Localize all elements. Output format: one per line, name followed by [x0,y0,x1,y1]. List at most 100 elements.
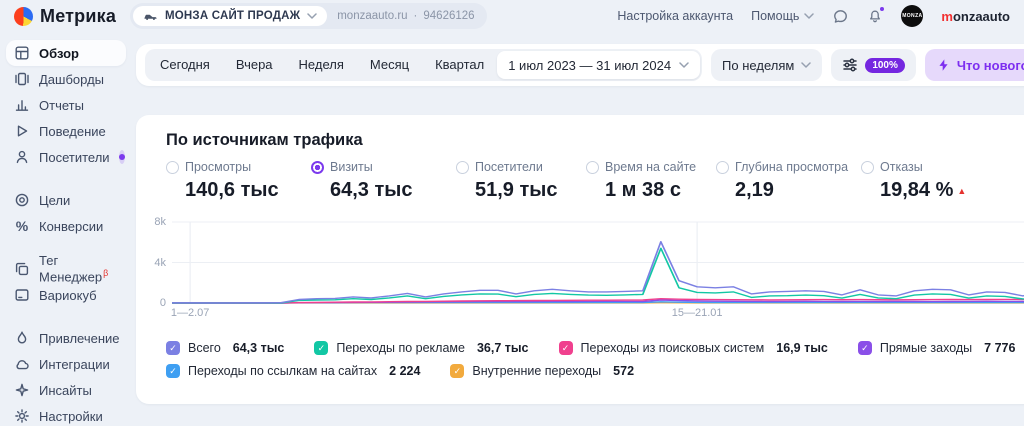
x-axis-tick-label: 15—21.01 [671,307,723,319]
traffic-sources-card: По источникам трафика ⋮ Просмотры 140,6 … [136,115,1024,404]
avatar[interactable]: MONZA [901,5,924,27]
radio-icon [861,160,874,174]
goals-icon [15,193,29,207]
cloud-icon [16,360,29,370]
car-icon [144,14,157,20]
percent-icon: % [15,218,29,234]
sampling-badge: 100% [865,57,905,73]
radio-icon [311,160,324,174]
top-right-cluster: Настройка аккаунта Помощь MONZA monzaaut… [617,5,1010,27]
metric-selectors: Просмотры 140,6 тыс Визиты 64,3 тыс Посе… [136,150,1024,202]
metric-visits[interactable]: Визиты 64,3 тыс [311,160,456,202]
toolbar-right: Что нового Добавить ⋮ [924,49,1024,81]
sidebar-item-conversions[interactable]: % Конверсии [6,213,126,239]
sidebar-item-insights[interactable]: Инсайты [6,377,126,403]
sidebar-item-overview[interactable]: Обзор [6,40,126,66]
trend-up-icon: ▲ [957,186,967,196]
metric-bounce-rate[interactable]: Отказы 19,84 % ▲ [861,160,966,202]
variocube-icon [15,289,29,301]
tab-quarter[interactable]: Квартал [422,51,497,79]
legend-item-site-links[interactable]: ✓ Переходы по ссылкам на сайтах 2 224 [166,364,420,378]
sidebar-item-settings[interactable]: Настройки [6,403,126,426]
brand-name: Метрика [40,5,117,26]
sidebar: Обзор Дашборды Отчеты Поведение Посетите… [0,32,130,426]
legend-item-search[interactable]: ✓ Переходы из поисковых систем 16,9 тыс [558,341,828,355]
metric-pageviews[interactable]: Просмотры 140,6 тыс [166,160,311,202]
separator: · [413,10,418,22]
chevron-down-icon [801,62,812,68]
metric-depth[interactable]: Глубина просмотра 2,19 [716,160,861,202]
metric-users[interactable]: Посетители 51,9 тыс [456,160,586,202]
sidebar-item-dashboards[interactable]: Дашборды [6,66,126,92]
site-meta: monzaauto.ru · 94626126 [337,10,474,22]
visitors-dot-badge [118,150,125,164]
site-selector-button[interactable]: МОНЗА САЙТ ПРОДАЖ [133,6,328,26]
sidebar-item-tag-manager[interactable]: Тег Менеджерβ [6,253,126,285]
account-settings-link[interactable]: Настройка аккаунта [617,9,733,23]
username[interactable]: monzaauto [941,9,1010,24]
date-range-picker[interactable]: 1 июл 2023 — 31 июл 2024 [497,51,701,79]
radio-icon [586,160,599,174]
top-bar: Метрика МОНЗА САЙТ ПРОДАЖ monzaauto.ru ·… [0,0,1024,32]
tab-today[interactable]: Сегодня [147,51,223,79]
sidebar-item-reports[interactable]: Отчеты [6,92,126,118]
checkbox-icon: ✓ [314,341,329,355]
sidebar-item-behavior[interactable]: Поведение [6,118,126,144]
legend-item-internal[interactable]: ✓ Внутренние переходы 572 [450,364,634,378]
radio-icon [456,160,469,174]
x-axis-labels: 1—2.0715—21.0129—31.07 [170,307,1024,322]
chat-button[interactable] [832,8,849,25]
site-domain: monzaauto.ru [337,10,408,22]
radio-icon [716,160,729,174]
sidebar-item-goals[interactable]: Цели [6,187,126,213]
grouping-select[interactable]: По неделям [711,49,823,81]
chat-bubble-icon [834,9,848,23]
metric-time-on-site[interactable]: Время на сайте 1 м 38 с [586,160,716,202]
unread-dot [879,6,886,12]
chart-legend: ✓ Всего 64,3 тыс ✓ Переходы по рекламе 3… [166,341,1024,378]
traffic-chart[interactable]: 04k8k 1—2.0715—21.0129—31.07 [154,216,1024,319]
sidebar-item-variocube[interactable]: Вариокуб [6,282,126,308]
help-menu[interactable]: Помощь [751,9,815,23]
overview-icon [15,46,29,60]
checkbox-icon: ✓ [166,341,180,355]
sparkle-icon [15,383,29,397]
sidebar-item-integrations[interactable]: Интеграции [6,351,126,377]
notifications-button[interactable] [867,6,886,24]
reports-icon [15,100,29,111]
y-axis-tick-label: 0 [159,297,166,309]
tag-manager-icon [15,262,29,276]
tab-month[interactable]: Месяц [357,51,422,79]
dashboards-icon [15,72,29,86]
whats-new-button[interactable]: Что нового [924,49,1024,81]
legend-item-direct[interactable]: ✓ Прямые заходы 7 776 [857,341,1015,355]
tab-yesterday[interactable]: Вчера [223,51,286,79]
site-selector[interactable]: МОНЗА САЙТ ПРОДАЖ monzaauto.ru · 9462612… [130,3,487,29]
sampling-button[interactable]: 100% [831,49,916,81]
chevron-down-icon [679,62,689,68]
counter-id: 94626126 [423,10,475,22]
card-title: По источникам трафика [166,131,363,149]
checkbox-icon: ✓ [857,341,872,355]
y-axis-tick-label: 4k [154,257,166,269]
tab-week[interactable]: Неделя [286,51,357,79]
checkbox-icon: ✓ [450,364,465,378]
legend-item-ads[interactable]: ✓ Переходы по рекламе 36,7 тыс [314,341,529,355]
main-content: Сегодня Вчера Неделя Месяц Квартал 1 июл… [130,32,1024,426]
chevron-down-icon [307,13,317,19]
visitors-icon [16,150,28,164]
sidebar-item-acquisition[interactable]: Привлечение [6,325,126,351]
tag-manager-label: Тег Менеджерβ [39,253,109,285]
legend-item-total[interactable]: ✓ Всего 64,3 тыс [166,341,284,355]
brand[interactable]: Метрика [14,6,130,27]
chart-canvas[interactable] [171,221,1024,304]
sidebar-item-visitors[interactable]: Посетители [6,144,126,170]
flame-icon [17,331,27,344]
toolbar: Сегодня Вчера Неделя Месяц Квартал 1 июл… [136,44,1024,86]
y-axis-labels: 0 4k 8k [140,216,166,309]
period-tabs: Сегодня Вчера Неделя Месяц Квартал 1 июл… [145,49,703,81]
x-axis-tick-label: 1—2.07 [170,307,210,319]
y-axis-tick-label: 8k [154,216,166,228]
metrika-app: Метрика МОНЗА САЙТ ПРОДАЖ monzaauto.ru ·… [0,0,1024,426]
behavior-icon [17,125,28,137]
